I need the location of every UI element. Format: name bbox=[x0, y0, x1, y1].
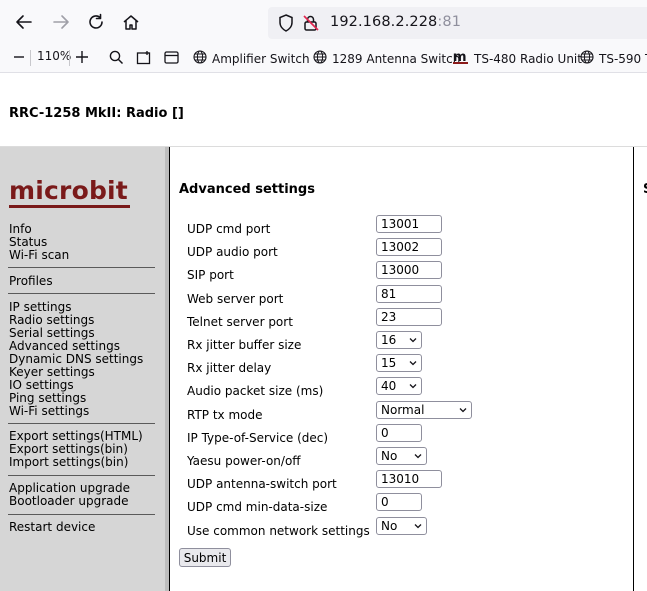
bookmark-antenna-switch[interactable]: 1289 Antenna Switch bbox=[313, 50, 460, 67]
globe-icon bbox=[193, 50, 207, 67]
bookmark-label: Amplifier Switch bbox=[212, 51, 310, 66]
yaesu-power-on-off-select[interactable]: No bbox=[376, 447, 427, 465]
chevron-down-icon bbox=[414, 524, 422, 529]
sidebar-icon[interactable] bbox=[164, 50, 179, 68]
submit-button[interactable]: Submit bbox=[179, 548, 231, 567]
m-logo-icon: m bbox=[453, 50, 469, 67]
bookmark-ts590[interactable]: TS-590 Tw bbox=[580, 50, 647, 67]
separator bbox=[69, 50, 70, 66]
audio-packet-size-ms-label: Audio packet size (ms) bbox=[187, 384, 324, 398]
globe-icon bbox=[580, 50, 594, 67]
content-border-left bbox=[169, 147, 170, 591]
udp-cmd-port-field[interactable] bbox=[376, 215, 442, 233]
ip-type-of-service-dec-field[interactable] bbox=[376, 424, 422, 442]
udp-audio-port-field[interactable] bbox=[376, 238, 442, 256]
url-text[interactable]: 192.168.2.228:81 bbox=[330, 14, 461, 30]
chevron-down-icon bbox=[459, 408, 467, 413]
screenshot-icon[interactable] bbox=[136, 50, 152, 68]
sip-port-field[interactable] bbox=[376, 261, 442, 279]
bookmark-amplifier-switch[interactable]: Amplifier Switch bbox=[193, 50, 310, 67]
telnet-server-port-field[interactable] bbox=[376, 308, 442, 326]
sidebar-item-bootloader-upgrade[interactable]: Bootloader upgrade bbox=[9, 495, 129, 508]
bookmark-label: 1289 Antenna Switch bbox=[332, 51, 461, 66]
zoom-level[interactable]: 110% bbox=[37, 49, 71, 63]
chevron-down-icon bbox=[409, 338, 417, 343]
home-icon[interactable] bbox=[119, 10, 143, 34]
back-icon[interactable] bbox=[12, 10, 36, 34]
sidebar-item-wi-fi-settings[interactable]: Wi-Fi settings bbox=[9, 405, 89, 418]
rx-jitter-delay-label: Rx jitter delay bbox=[187, 361, 272, 375]
sidebar-separator bbox=[8, 293, 155, 294]
right-panel-title-clipped: S bbox=[643, 182, 647, 197]
telnet-server-port-label: Telnet server port bbox=[187, 315, 293, 329]
yaesu-power-on-off-label: Yaesu power-on/off bbox=[187, 454, 301, 468]
rx-jitter-buffer-size-select[interactable]: 16 bbox=[376, 331, 422, 349]
udp-cmd-min-data-size-label: UDP cmd min-data-size bbox=[187, 500, 328, 514]
udp-antenna-switch-port-label: UDP antenna-switch port bbox=[187, 477, 337, 491]
web-server-port-field[interactable] bbox=[376, 285, 442, 303]
insecure-lock-icon[interactable] bbox=[302, 14, 320, 36]
browser-toolbar: 192.168.2.228:81 bbox=[0, 0, 647, 44]
sidebar-item-wi-fi-scan[interactable]: Wi-Fi scan bbox=[9, 249, 69, 262]
udp-cmd-min-data-size-field[interactable] bbox=[376, 493, 422, 511]
page-title: RRC-1258 MkII: Radio [] bbox=[9, 106, 184, 121]
rx-jitter-delay-select[interactable]: 15 bbox=[376, 354, 422, 372]
select-value: No bbox=[381, 519, 398, 533]
bookmarks-toolbar: 110% Amplifier Switch 1289 Antenna Switc… bbox=[0, 44, 647, 73]
url-host: 192.168.2.228 bbox=[330, 14, 438, 30]
rtp-tx-mode-label: RTP tx mode bbox=[187, 408, 263, 422]
globe-icon bbox=[313, 50, 327, 67]
select-value: 40 bbox=[381, 379, 397, 393]
sip-port-label: SIP port bbox=[187, 268, 234, 282]
chevron-down-icon bbox=[414, 454, 422, 459]
sidebar-separator bbox=[8, 514, 155, 515]
bookmark-ts480[interactable]: m TS-480 Radio Unit bbox=[453, 50, 582, 67]
url-bar[interactable]: 192.168.2.228:81 bbox=[268, 7, 647, 39]
sidebar-separator bbox=[8, 423, 155, 424]
udp-cmd-port-label: UDP cmd port bbox=[187, 222, 271, 236]
chevron-down-icon bbox=[409, 361, 417, 366]
rtp-tx-mode-select[interactable]: Normal bbox=[376, 401, 472, 419]
rx-jitter-buffer-size-label: Rx jitter buffer size bbox=[187, 338, 302, 352]
select-value: Normal bbox=[381, 403, 425, 417]
bookmark-label: TS-590 Tw bbox=[599, 51, 647, 66]
udp-audio-port-label: UDP audio port bbox=[187, 245, 278, 259]
separator bbox=[30, 50, 31, 66]
audio-packet-size-ms-select[interactable]: 40 bbox=[376, 377, 422, 395]
shield-icon[interactable] bbox=[278, 14, 294, 36]
web-server-port-label: Web server port bbox=[187, 292, 284, 306]
svg-text:m: m bbox=[453, 50, 467, 64]
select-value: 16 bbox=[381, 333, 397, 347]
sidebar-item-import-settings-bin[interactable]: Import settings(bin) bbox=[9, 456, 128, 469]
select-value: No bbox=[381, 449, 398, 463]
zoom-out-icon[interactable] bbox=[13, 50, 25, 67]
use-common-network-settings-select[interactable]: No bbox=[376, 517, 427, 535]
sidebar-item-restart-device[interactable]: Restart device bbox=[9, 521, 95, 534]
sidebar-separator bbox=[8, 475, 155, 476]
sidebar-separator bbox=[8, 267, 155, 268]
url-port: :81 bbox=[437, 14, 462, 30]
logo-underline bbox=[9, 205, 130, 208]
forward-icon[interactable] bbox=[49, 10, 73, 34]
ip-type-of-service-dec-label: IP Type-of-Service (dec) bbox=[187, 431, 329, 445]
select-value: 15 bbox=[381, 356, 397, 370]
content-border-right bbox=[633, 147, 634, 591]
udp-antenna-switch-port-field[interactable] bbox=[376, 470, 442, 488]
zoom-in-icon[interactable] bbox=[75, 50, 89, 67]
bookmark-label: TS-480 Radio Unit bbox=[474, 51, 582, 66]
section-title: Advanced settings bbox=[179, 182, 315, 197]
sidebar-item-profiles[interactable]: Profiles bbox=[9, 275, 53, 288]
reload-icon[interactable] bbox=[84, 10, 108, 34]
search-icon[interactable] bbox=[109, 50, 124, 68]
microbit-logo: microbit bbox=[9, 176, 128, 205]
chevron-down-icon bbox=[409, 384, 417, 389]
use-common-network-settings-label: Use common network settings bbox=[187, 524, 370, 538]
